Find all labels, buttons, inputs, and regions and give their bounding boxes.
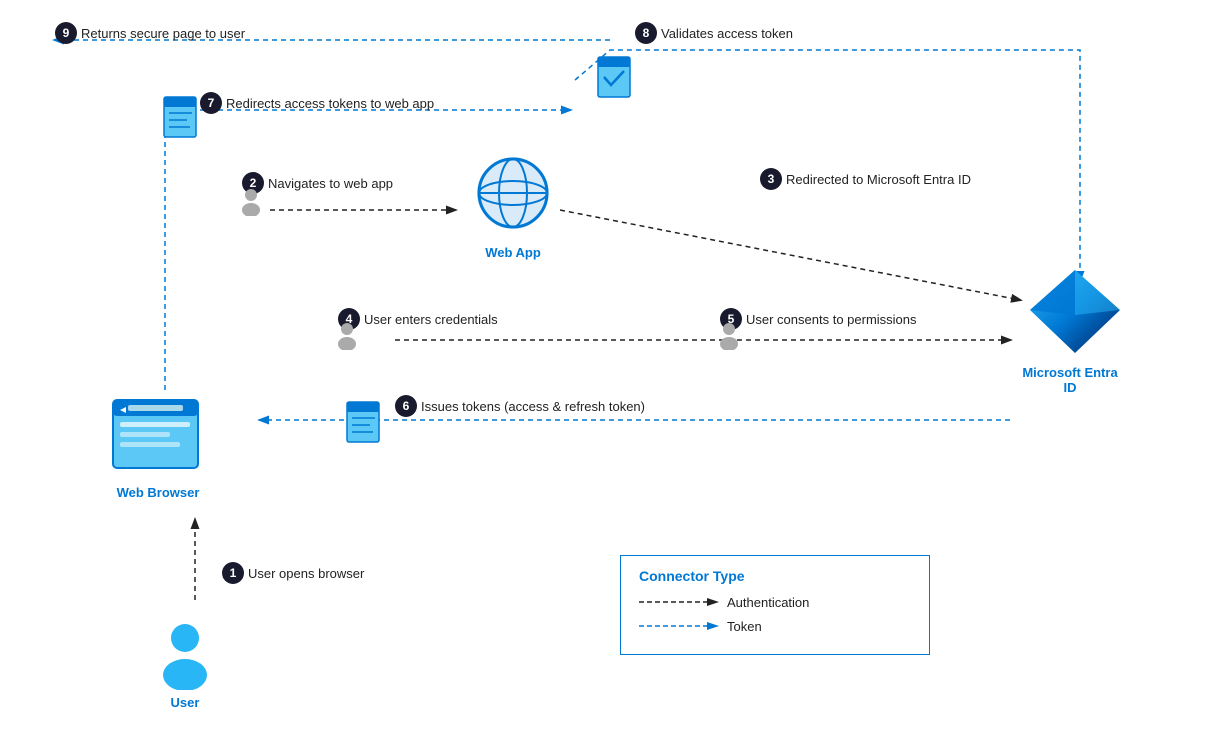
entra-id-node: Microsoft Entra ID [1020, 265, 1130, 395]
step4-label: User enters credentials [364, 312, 498, 327]
user-icon [155, 620, 215, 690]
step6-text: 6 Issues tokens (access & refresh token) [395, 395, 645, 417]
user-node: User [155, 620, 215, 710]
step9-text: 9 Returns secure page to user [55, 22, 245, 44]
step5-text: 5 User consents to permissions [720, 308, 917, 330]
step6-label: Issues tokens (access & refresh token) [421, 399, 645, 414]
user-label: User [155, 695, 215, 710]
person-step2 [240, 188, 262, 221]
web-browser-label: Web Browser [108, 485, 208, 500]
step3-text: 3 Redirected to Microsoft Entra ID [760, 168, 971, 190]
auth-line-icon [639, 594, 719, 610]
token-doc-icon-8 [596, 55, 634, 100]
step7-label: Redirects access tokens to web app [226, 96, 434, 111]
step2-label: Navigates to web app [268, 176, 393, 191]
token-doc-step6 [345, 400, 383, 450]
token-line-icon [639, 618, 719, 634]
step8-badge: 8 [635, 22, 657, 44]
person-step4 [336, 322, 358, 355]
web-app-node: Web App [468, 155, 558, 260]
step8-label: Validates access token [661, 26, 793, 41]
connector-row-token: Token [639, 618, 911, 634]
web-app-icon [468, 155, 558, 240]
diagram-container: User Web Browser [0, 0, 1224, 738]
step9-badge: 9 [55, 22, 77, 44]
token-doc-icon-7 [162, 95, 200, 140]
step1-label: User opens browser [248, 566, 364, 581]
token-doc-icon-6 [345, 400, 383, 445]
connector-token-label: Token [727, 619, 762, 634]
web-app-label: Web App [468, 245, 558, 260]
step7-text: 7 Redirects access tokens to web app [200, 92, 434, 114]
connector-row-auth: Authentication [639, 594, 911, 610]
step1-text: 1 User opens browser [222, 562, 364, 584]
step3-badge: 3 [760, 168, 782, 190]
connector-type-title: Connector Type [639, 568, 911, 584]
entra-id-icon [1025, 265, 1125, 360]
step5-label: User consents to permissions [746, 312, 917, 327]
step7-badge: 7 [200, 92, 222, 114]
connector-type-box: Connector Type Authentication Token [620, 555, 930, 655]
step2-text: 2 Navigates to web app [242, 172, 393, 194]
step6-badge: 6 [395, 395, 417, 417]
step4-text: 4 User enters credentials [338, 308, 498, 330]
person-step5 [718, 322, 740, 355]
web-browser-icon [108, 390, 208, 480]
step9-label: Returns secure page to user [81, 26, 245, 41]
step1-badge: 1 [222, 562, 244, 584]
token-doc-step7 [162, 95, 200, 145]
web-browser-node: Web Browser [108, 390, 208, 500]
token-doc-step8 [596, 55, 634, 105]
step3-label: Redirected to Microsoft Entra ID [786, 172, 971, 187]
entra-id-label: Microsoft Entra ID [1015, 365, 1125, 395]
step8-text: 8 Validates access token [635, 22, 793, 44]
connector-auth-label: Authentication [727, 595, 809, 610]
